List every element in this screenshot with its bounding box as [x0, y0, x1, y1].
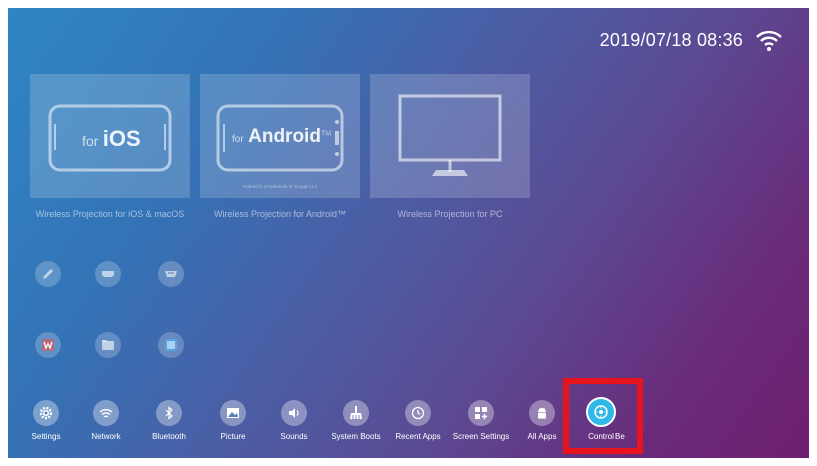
app-vga[interactable] — [158, 261, 184, 287]
dock-label-system-boots: System Boots — [331, 432, 381, 441]
gallery-icon — [165, 339, 177, 351]
for-text: for — [82, 133, 99, 149]
ios-brand: iOS — [102, 126, 141, 151]
app-file-manager[interactable] — [95, 332, 121, 358]
dock-label-settings: Settings — [31, 432, 61, 441]
tile-wireless-android[interactable]: for AndroidTM Android is a trademark of … — [200, 74, 360, 198]
vga-icon — [165, 271, 177, 277]
tile-label-android: Wireless Projection for Android™ — [213, 209, 347, 219]
pencil-icon — [43, 269, 53, 279]
dock-picture[interactable]: Picture — [199, 400, 267, 441]
dock-icon-placeholder — [611, 400, 641, 426]
dock-sounds[interactable]: Sounds — [260, 400, 328, 441]
wifi-icon — [756, 30, 782, 51]
trademark-note: Android is a trademark of Google LLC — [242, 184, 318, 189]
history-icon — [411, 406, 425, 420]
app-hdmi[interactable] — [95, 261, 121, 287]
monitor-icon — [398, 94, 502, 176]
dock-label-partial: Be — [615, 432, 625, 441]
wps-office-icon — [42, 339, 54, 351]
picture-icon — [227, 408, 239, 418]
dock-settings[interactable]: Settings — [12, 400, 80, 441]
dock-label-sounds: Sounds — [280, 432, 308, 441]
android-logo-text: for AndroidTM — [232, 126, 331, 148]
android-icon — [538, 407, 546, 419]
tile-label-ios: Wireless Projection for iOS & macOS — [35, 209, 185, 219]
dock-icon-bg — [343, 400, 369, 426]
dock-screen-settings[interactable]: Screen Settings — [447, 400, 515, 441]
bluetooth-icon — [165, 406, 173, 420]
app-pencil[interactable] — [35, 261, 61, 287]
dock-icon-bg — [220, 400, 246, 426]
app-gallery[interactable] — [158, 332, 184, 358]
for-text: for — [232, 134, 244, 145]
speaker-icon — [289, 408, 299, 418]
tile-wireless-pc[interactable] — [370, 74, 530, 198]
launcher-screen: 2019/07/18 08:36 for iOS Wireless Projec… — [8, 8, 809, 458]
ios-logo-text: for iOS — [82, 126, 141, 152]
wifi-icon — [99, 409, 113, 418]
dock-label-network: Network — [91, 432, 121, 441]
dock-label-screen-settings: Screen Settings — [452, 432, 510, 441]
tile-wireless-ios[interactable]: for iOS — [30, 74, 190, 198]
dock-icon-bg — [529, 400, 555, 426]
android-brand: Android — [248, 126, 321, 147]
dock-network[interactable]: Network — [72, 400, 140, 441]
dock-icon-bg — [33, 400, 59, 426]
broom-icon — [350, 406, 362, 419]
dock-icon-bg — [281, 400, 307, 426]
file-manager-icon — [102, 340, 114, 350]
dock-system-boots[interactable]: System Boots — [322, 400, 390, 441]
dpad-icon — [594, 405, 608, 419]
dock-bluetooth[interactable]: Bluetooth — [135, 400, 203, 441]
dock-icon-bg — [93, 400, 119, 426]
dock-label-picture: Picture — [220, 432, 246, 441]
dock-recent-apps[interactable]: Recent Apps — [384, 400, 452, 441]
status-bar: 2019/07/18 08:36 — [600, 28, 783, 52]
hdmi-icon — [102, 271, 114, 277]
app-wps-office[interactable] — [35, 332, 61, 358]
dock-partial-item[interactable]: Be — [611, 400, 641, 441]
dock-label-recent-apps: Recent Apps — [395, 432, 441, 441]
dock-all-apps[interactable]: All Apps — [508, 400, 576, 441]
gear-icon — [39, 406, 53, 420]
dock-icon-bg — [405, 400, 431, 426]
dock-label-all-apps: All Apps — [527, 432, 557, 441]
tile-label-pc: Wireless Projection for PC — [397, 209, 503, 219]
date-time: 2019/07/18 08:36 — [599, 29, 743, 50]
screen-settings-icon — [475, 407, 487, 419]
dock-icon-bg — [468, 400, 494, 426]
dock-icon-bg — [156, 400, 182, 426]
tm-mark: TM — [320, 130, 332, 138]
dock-label-bluetooth: Bluetooth — [152, 432, 186, 441]
